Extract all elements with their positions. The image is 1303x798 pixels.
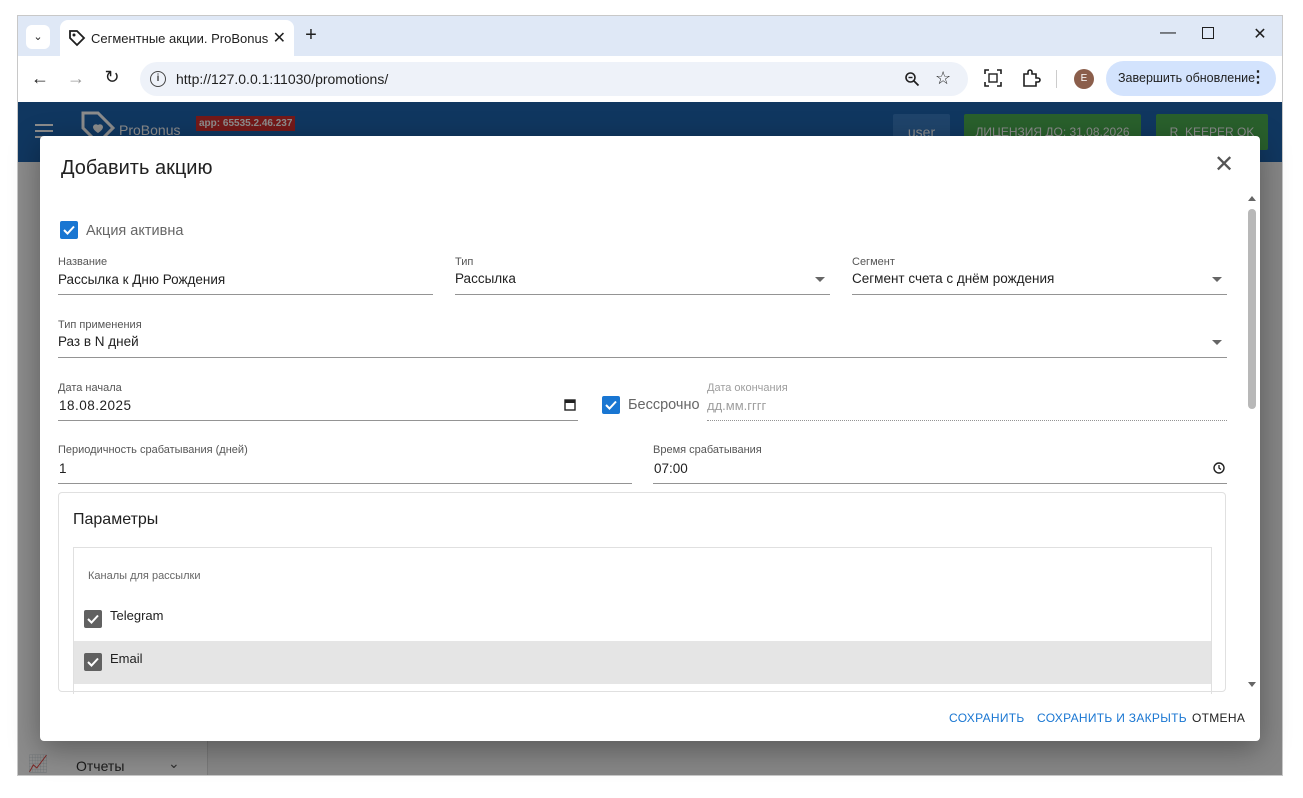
address-bar[interactable]: i http://127.0.0.1:11030/promotions/ ☆ xyxy=(140,62,968,96)
start-date-input[interactable]: 18.08.2025 xyxy=(59,398,132,413)
type-underline xyxy=(455,294,830,295)
type-select[interactable]: Рассылка xyxy=(455,271,516,286)
clock-icon[interactable] xyxy=(1213,462,1225,474)
dialog-scrollbar[interactable] xyxy=(1246,194,1260,694)
scroll-down-icon[interactable] xyxy=(1248,682,1256,687)
segment-select[interactable]: Сегмент счета с днём рождения xyxy=(852,271,1054,286)
tab-search-button[interactable]: ⌄ xyxy=(26,25,50,49)
finish-update-button[interactable]: Завершить обновление ⋮ xyxy=(1106,61,1276,96)
bookmark-star-icon[interactable]: ☆ xyxy=(935,68,951,89)
apply-type-label: Тип применения xyxy=(58,319,142,331)
email-label: Email xyxy=(110,651,143,666)
period-underline xyxy=(58,483,632,484)
telegram-checkbox[interactable] xyxy=(84,610,102,628)
site-info-icon[interactable]: i xyxy=(150,71,166,87)
end-date-input[interactable]: дд.мм.гггг xyxy=(707,398,766,413)
calendar-icon[interactable] xyxy=(564,398,576,411)
period-input[interactable]: 1 xyxy=(59,461,67,476)
active-label: Акция активна xyxy=(86,223,184,239)
segment-underline xyxy=(852,294,1227,295)
time-input[interactable]: 07:00 xyxy=(654,461,688,476)
time-underline xyxy=(653,483,1227,484)
dialog-title: Добавить акцию xyxy=(61,157,213,179)
close-window-icon[interactable]: ✕ xyxy=(1248,24,1272,44)
params-panel: Параметры Каналы для рассылки Telegram E… xyxy=(58,492,1226,694)
segment-dropdown-icon[interactable] xyxy=(1212,277,1222,282)
params-title: Параметры xyxy=(73,511,159,528)
telegram-label: Telegram xyxy=(110,608,164,623)
active-checkbox[interactable] xyxy=(60,221,78,239)
minimize-icon[interactable]: — xyxy=(1156,24,1180,42)
dialog-content: Акция активна Название Рассылка к Дню Ро… xyxy=(40,194,1246,694)
unlimited-checkbox[interactable] xyxy=(602,396,620,414)
add-promotion-dialog: Добавить акцию ✕ Акция активна Название … xyxy=(40,136,1260,741)
active-tab[interactable]: Сегментные акции. ProBonus ✕ xyxy=(60,20,294,56)
type-label: Тип xyxy=(455,256,474,268)
zoom-icon[interactable] xyxy=(904,71,920,87)
type-dropdown-icon[interactable] xyxy=(815,277,825,282)
save-button[interactable]: СОХРАНИТЬ xyxy=(949,711,1025,725)
scroll-thumb[interactable] xyxy=(1248,209,1256,409)
profile-avatar[interactable]: E xyxy=(1074,69,1094,89)
unlimited-label: Бессрочно xyxy=(628,397,700,413)
name-label: Название xyxy=(58,256,108,268)
menu-dots-icon: ⋮ xyxy=(1250,69,1266,86)
tab-close-icon[interactable]: ✕ xyxy=(273,28,286,48)
cancel-button[interactable]: ОТМЕНА xyxy=(1192,711,1245,725)
apply-type-select[interactable]: Раз в N дней xyxy=(58,334,139,349)
reload-icon[interactable]: ↻ xyxy=(102,67,122,88)
apply-type-dropdown-icon[interactable] xyxy=(1212,340,1222,345)
channels-label: Каналы для рассылки xyxy=(88,570,201,582)
name-underline xyxy=(58,294,433,295)
start-date-underline xyxy=(58,420,578,421)
email-checkbox[interactable] xyxy=(84,653,102,671)
save-and-close-button[interactable]: СОХРАНИТЬ И ЗАКРЫТЬ xyxy=(1037,711,1187,725)
back-icon[interactable]: ← xyxy=(30,68,50,89)
screenshot-icon[interactable] xyxy=(984,69,1002,87)
finish-update-label: Завершить обновление xyxy=(1118,71,1256,85)
time-label: Время срабатывания xyxy=(653,444,762,456)
scroll-up-icon[interactable] xyxy=(1248,196,1256,201)
close-dialog-icon[interactable]: ✕ xyxy=(1212,153,1236,178)
channels-panel: Каналы для рассылки Telegram Email xyxy=(73,547,1212,694)
new-tab-icon[interactable]: + xyxy=(300,24,322,46)
url-text: http://127.0.0.1:11030/promotions/ xyxy=(176,71,389,87)
start-date-label: Дата начала xyxy=(58,382,122,394)
name-input[interactable]: Рассылка к Дню Рождения xyxy=(58,272,225,287)
segment-label: Сегмент xyxy=(852,256,895,268)
maximize-icon[interactable] xyxy=(1202,27,1214,39)
browser-toolbar: ← → ↻ i http://127.0.0.1:11030/promotion… xyxy=(18,56,1282,102)
period-label: Периодичность срабатывания (дней) xyxy=(58,444,248,456)
tab-bar: ⌄ Сегментные акции. ProBonus ✕ + — ✕ xyxy=(18,16,1282,56)
apply-type-underline xyxy=(58,357,1227,358)
end-date-label: Дата окончания xyxy=(707,382,788,394)
tag-icon xyxy=(69,30,86,47)
channel-row-telegram[interactable]: Telegram xyxy=(74,598,1211,641)
toolbar-divider xyxy=(1056,70,1057,88)
channel-row-email[interactable]: Email xyxy=(74,641,1211,684)
end-date-underline xyxy=(707,420,1227,421)
forward-icon[interactable]: → xyxy=(66,68,86,89)
tab-title: Сегментные акции. ProBonus xyxy=(91,31,269,46)
extensions-icon[interactable] xyxy=(1021,68,1041,88)
